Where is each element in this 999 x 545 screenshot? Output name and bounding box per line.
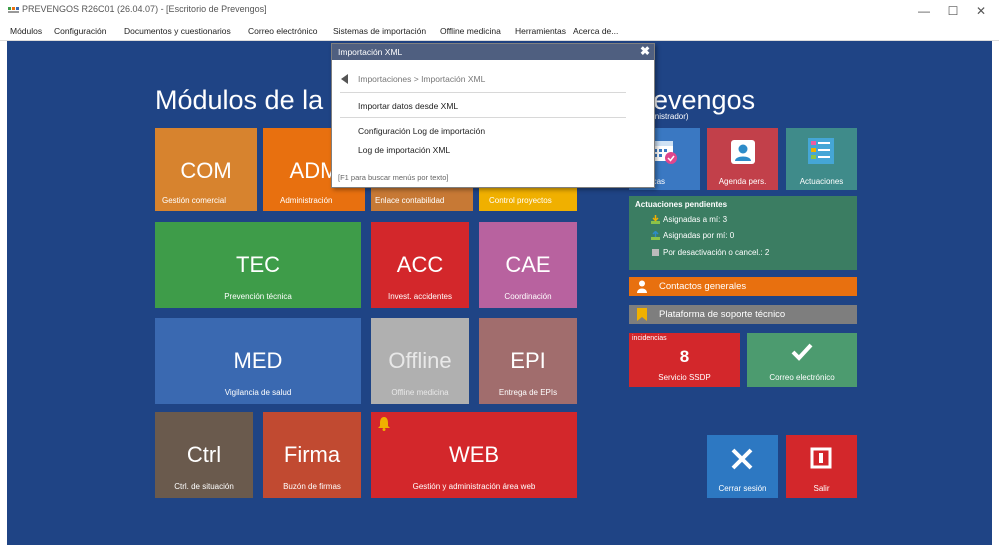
soporte-tecnico-label: Plataforma de soporte técnico bbox=[659, 309, 786, 320]
pending-actions-panel[interactable]: Actuaciones pendientes Asignadas a mí: 3… bbox=[629, 196, 857, 270]
popup-separator bbox=[340, 117, 626, 118]
tile-correo[interactable]: Correo electrónico bbox=[747, 333, 857, 387]
menu-documentos[interactable]: Documentos y cuestionarios bbox=[124, 26, 231, 36]
menu-acerca-de[interactable]: Acerca de... bbox=[573, 26, 618, 36]
tile-actuaciones-label: Actuaciones bbox=[799, 177, 844, 186]
checklist-icon bbox=[808, 138, 834, 164]
popup-separator bbox=[340, 92, 626, 93]
tile-offline-label: Offline medicina bbox=[391, 388, 449, 397]
tile-control-label: Control proyectos bbox=[489, 196, 552, 205]
download-icon bbox=[651, 215, 660, 224]
tile-adm-label: Administración bbox=[280, 196, 333, 205]
tile-acc-title: ACC bbox=[396, 252, 444, 277]
tile-ctrl-title: Ctrl bbox=[186, 442, 222, 467]
soporte-tecnico-bar[interactable]: Plataforma de soporte técnico bbox=[629, 305, 857, 324]
maximize-button[interactable]: ☐ bbox=[940, 2, 966, 20]
tile-epi-title: EPI bbox=[510, 348, 546, 373]
tile-med[interactable]: MED Vigilancia de salud bbox=[155, 318, 361, 404]
popup-breadcrumb: Importaciones > Importación XML bbox=[358, 74, 486, 84]
menu-correo[interactable]: Correo electrónico bbox=[248, 26, 317, 36]
incidencias-count: 8 bbox=[679, 347, 690, 366]
exit-button[interactable]: Salir bbox=[786, 435, 857, 498]
pending-assigned-by-me[interactable]: Asignadas por mí: 0 bbox=[663, 231, 734, 240]
tile-tec-label: Prevención técnica bbox=[224, 292, 292, 301]
contactos-generales-label: Contactos generales bbox=[659, 281, 747, 292]
tile-cae-title: CAE bbox=[505, 252, 551, 277]
tile-com-title: COM bbox=[180, 158, 232, 183]
pending-assigned-to-me[interactable]: Asignadas a mí: 3 bbox=[663, 215, 727, 224]
menu-sistemas-importacion[interactable]: Sistemas de importación bbox=[333, 26, 426, 36]
tile-cae[interactable]: CAE Coordinación bbox=[479, 222, 577, 308]
contact-card-icon bbox=[731, 140, 755, 164]
tile-firma-title: Firma bbox=[283, 442, 341, 467]
exit-door-icon bbox=[810, 447, 832, 469]
minimize-button[interactable]: — bbox=[911, 2, 937, 20]
exit-label: Salir bbox=[813, 484, 830, 493]
menu-configuracion[interactable]: Configuración bbox=[54, 26, 106, 36]
close-x-icon bbox=[731, 448, 753, 470]
close-window-button[interactable]: ✕ bbox=[968, 2, 994, 20]
tile-agenda[interactable]: Agenda pers. bbox=[707, 128, 778, 190]
tile-ctrl-label: Ctrl. de situación bbox=[174, 482, 234, 491]
menu-offline-medicina[interactable]: Offline medicina bbox=[440, 26, 501, 36]
upload-icon bbox=[651, 231, 660, 240]
menu-herramientas[interactable]: Herramientas bbox=[515, 26, 566, 36]
importacion-xml-popup: Importación XML ✖ Importaciones > Import… bbox=[331, 43, 655, 188]
popup-header: Importación XML ✖ bbox=[332, 44, 654, 60]
tile-web-label: Gestión y administración área web bbox=[412, 482, 536, 491]
tile-offline[interactable]: Offline Offline medicina bbox=[371, 318, 469, 404]
tile-ctrl[interactable]: Ctrl Ctrl. de situación bbox=[155, 412, 253, 498]
deactivation-icon bbox=[652, 249, 659, 256]
menu-bar: Módulos Configuración Documentos y cuest… bbox=[0, 22, 999, 41]
incidencias-label: incidencias bbox=[632, 335, 667, 342]
tile-cae-label: Coordinación bbox=[504, 292, 552, 301]
tile-firma-label: Buzón de firmas bbox=[283, 482, 341, 491]
tile-incidencias[interactable]: incidencias 8 Servicio SSDP bbox=[629, 333, 740, 387]
tile-correo-label: Correo electrónico bbox=[769, 373, 835, 382]
contactos-generales-bar[interactable]: Contactos generales bbox=[629, 277, 857, 296]
popup-item-importar[interactable]: Importar datos desde XML bbox=[358, 101, 458, 111]
tile-offline-title: Offline bbox=[388, 348, 452, 373]
tile-med-label: Vigilancia de salud bbox=[224, 388, 292, 397]
incidencias-service-label: Servicio SSDP bbox=[658, 373, 711, 382]
tile-epi-label: Entrega de EPIs bbox=[498, 388, 558, 397]
app-logo-icon bbox=[8, 7, 19, 13]
popup-item-log[interactable]: Log de importación XML bbox=[358, 145, 450, 155]
back-arrow-icon[interactable] bbox=[341, 74, 349, 84]
bookmark-icon bbox=[637, 308, 647, 321]
popup-close-icon[interactable]: ✖ bbox=[640, 44, 650, 58]
tile-acc[interactable]: ACC Invest. accidentes bbox=[371, 222, 469, 308]
logout-label: Cerrar sesión bbox=[718, 484, 767, 493]
tile-web[interactable]: WEB Gestión y administración área web bbox=[371, 412, 577, 498]
pending-actions-title: Actuaciones pendientes bbox=[635, 200, 728, 209]
page-title: Módulos de la bbox=[155, 85, 324, 115]
logout-button[interactable]: Cerrar sesión bbox=[707, 435, 778, 498]
tile-control[interactable]: Control proyectos bbox=[479, 185, 577, 211]
tile-epi[interactable]: EPI Entrega de EPIs bbox=[479, 318, 577, 404]
tile-agenda-label: Agenda pers. bbox=[718, 177, 767, 186]
tile-com-label: Gestión comercial bbox=[162, 196, 227, 205]
bell-icon bbox=[378, 417, 390, 431]
popup-title: Importación XML bbox=[338, 47, 403, 57]
title-bar: PREVENGOS R26C01 (26.04.07) - [Escritori… bbox=[0, 0, 999, 22]
tile-firma[interactable]: Firma Buzón de firmas bbox=[263, 412, 361, 498]
menu-modulos[interactable]: Módulos bbox=[10, 26, 42, 36]
tile-tec-title: TEC bbox=[236, 252, 280, 277]
tile-med-title: MED bbox=[233, 348, 283, 373]
tile-acc-label: Invest. accidentes bbox=[387, 292, 453, 301]
tile-com[interactable]: COM Gestión comercial bbox=[155, 128, 257, 211]
pending-deactivation[interactable]: Por desactivación o cancel.: 2 bbox=[663, 248, 769, 257]
tile-enlace[interactable]: Enlace contabilidad bbox=[371, 185, 473, 211]
tile-tec[interactable]: TEC Prevención técnica bbox=[155, 222, 361, 308]
checkmark-icon bbox=[791, 343, 813, 361]
person-icon bbox=[637, 280, 647, 293]
user-role-label: inistrador) bbox=[653, 112, 689, 121]
tile-enlace-label: Enlace contabilidad bbox=[375, 196, 445, 205]
popup-item-config-log[interactable]: Configuración Log de importación bbox=[358, 126, 485, 136]
tile-actuaciones[interactable]: Actuaciones bbox=[786, 128, 857, 190]
tile-web-title: WEB bbox=[448, 442, 500, 467]
popup-hint: [F1 para buscar menús por texto] bbox=[338, 173, 449, 182]
window-title: PREVENGOS R26C01 (26.04.07) - [Escritori… bbox=[22, 4, 267, 14]
